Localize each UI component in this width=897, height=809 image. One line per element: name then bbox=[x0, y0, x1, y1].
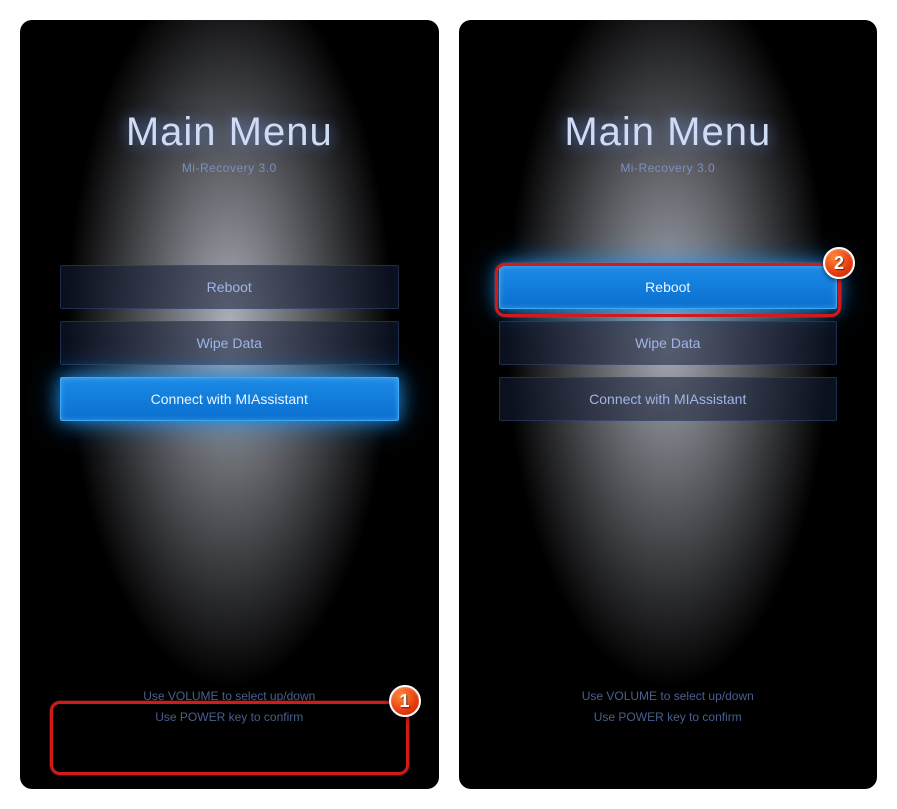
hint-volume: Use VOLUME to select up/down bbox=[489, 686, 848, 708]
menu-item-connect-miassistant[interactable]: Connect with MIAssistant bbox=[60, 377, 399, 421]
page-subtitle: Mi-Recovery 3.0 bbox=[459, 161, 878, 175]
annotation-step-badge: 1 bbox=[389, 685, 421, 717]
menu-item-connect-miassistant[interactable]: Connect with MIAssistant bbox=[499, 377, 838, 421]
page-title: Main Menu bbox=[20, 110, 439, 155]
menu-item-label: Reboot bbox=[645, 279, 690, 295]
menu-item-label: Wipe Data bbox=[197, 335, 262, 351]
hint-power: Use POWER key to confirm bbox=[50, 707, 409, 729]
hint-volume: Use VOLUME to select up/down bbox=[50, 686, 409, 708]
menu-item-reboot[interactable]: Reboot bbox=[60, 265, 399, 309]
menu: Reboot Wipe Data Connect with MIAssistan… bbox=[459, 265, 878, 421]
menu-item-label: Connect with MIAssistant bbox=[589, 391, 746, 407]
menu: Reboot Wipe Data Connect with MIAssistan… bbox=[20, 265, 439, 421]
recovery-screen-2: Main Menu Mi-Recovery 3.0 Reboot Wipe Da… bbox=[459, 20, 878, 789]
menu-item-wipe-data[interactable]: Wipe Data bbox=[499, 321, 838, 365]
header: Main Menu Mi-Recovery 3.0 bbox=[459, 110, 878, 175]
recovery-screen-1: Main Menu Mi-Recovery 3.0 Reboot Wipe Da… bbox=[20, 20, 439, 789]
menu-item-label: Reboot bbox=[207, 279, 252, 295]
footer-hints: Use VOLUME to select up/down Use POWER k… bbox=[459, 670, 878, 749]
annotation-step-badge: 2 bbox=[823, 247, 855, 279]
menu-item-reboot[interactable]: Reboot bbox=[499, 265, 838, 309]
footer-hints: Use VOLUME to select up/down Use POWER k… bbox=[20, 670, 439, 749]
page-title: Main Menu bbox=[459, 110, 878, 155]
menu-item-label: Wipe Data bbox=[635, 335, 700, 351]
hint-power: Use POWER key to confirm bbox=[489, 707, 848, 729]
menu-item-label: Connect with MIAssistant bbox=[151, 391, 308, 407]
menu-item-wipe-data[interactable]: Wipe Data bbox=[60, 321, 399, 365]
page-subtitle: Mi-Recovery 3.0 bbox=[20, 161, 439, 175]
header: Main Menu Mi-Recovery 3.0 bbox=[20, 110, 439, 175]
